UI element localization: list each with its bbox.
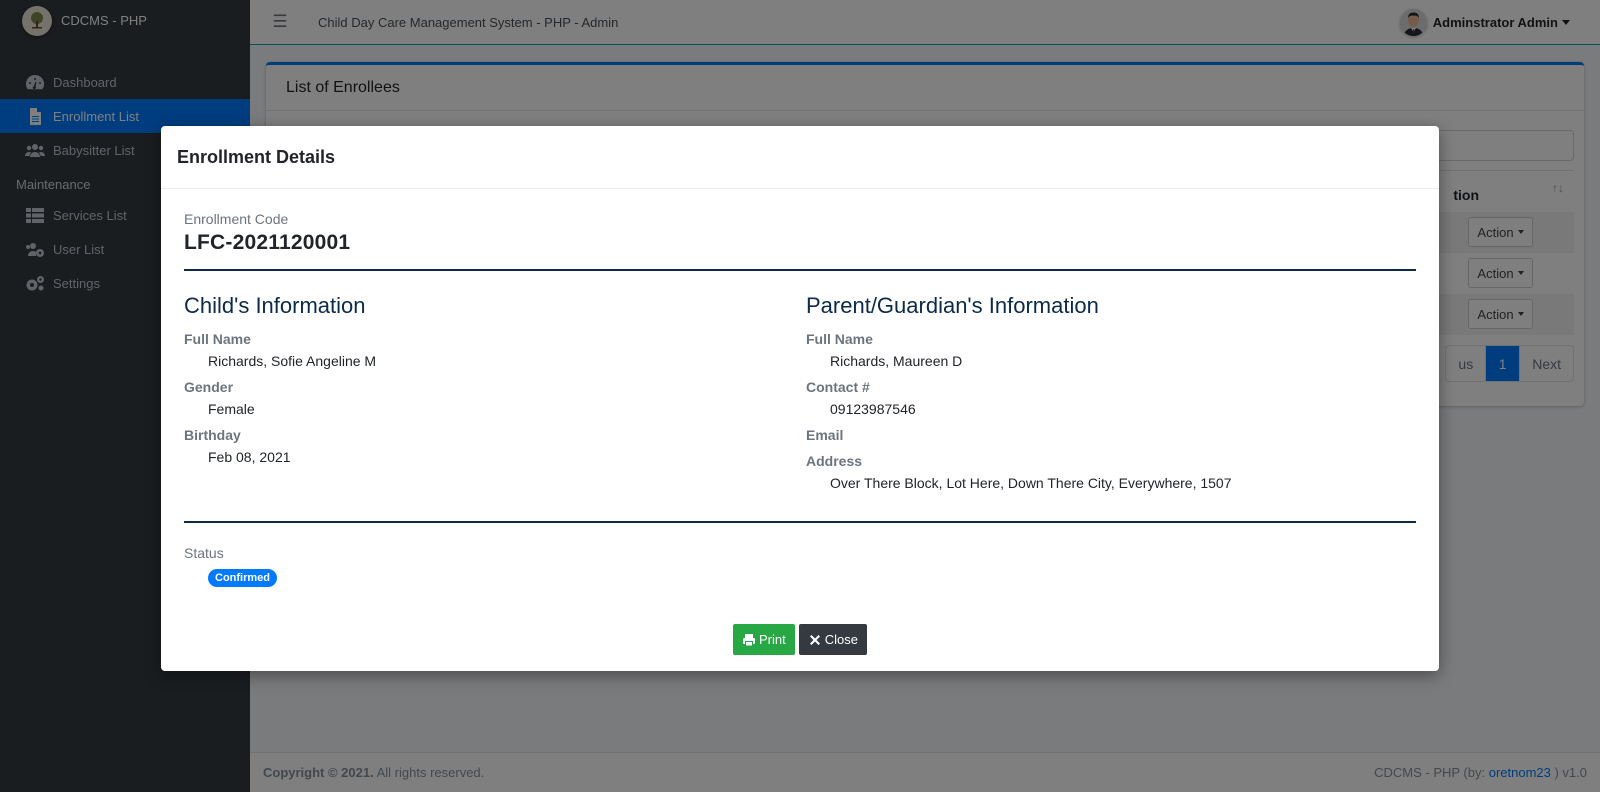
child-birthday-label: Birthday [184, 427, 241, 443]
close-icon [809, 634, 820, 645]
divider [184, 269, 1416, 271]
close-button[interactable]: Close [798, 624, 867, 655]
child-birthday-value: Feb 08, 2021 [208, 449, 291, 465]
parent-address-value: Over There Block, Lot Here, Down There C… [830, 475, 1232, 491]
child-info-section: Child's Information Full Name Richards, … [184, 293, 794, 491]
child-info-title: Child's Information [184, 293, 366, 318]
status-label: Status [184, 545, 224, 561]
print-button[interactable]: Print [733, 624, 795, 655]
parent-fullname-label: Full Name [806, 331, 873, 347]
modal-footer: Print Close [161, 624, 1439, 655]
child-fullname-value: Richards, Sofie Angeline M [208, 353, 377, 369]
parent-email-label: Email [806, 427, 844, 443]
divider [184, 521, 1416, 523]
enrollment-code-label: Enrollment Code [184, 211, 289, 227]
modal-title: Enrollment Details [161, 126, 1439, 189]
parent-info-section: Parent/Guardian's Information Full Name … [794, 293, 1416, 491]
parent-contact-value: 09123987546 [830, 401, 916, 417]
parent-address-label: Address [806, 453, 863, 469]
status-badge: Confirmed [208, 569, 277, 587]
child-fullname-label: Full Name [184, 331, 251, 347]
parent-contact-label: Contact # [806, 379, 870, 395]
print-icon [743, 633, 755, 646]
parent-fullname-value: Richards, Maureen D [830, 353, 963, 369]
enrollment-details-modal: Enrollment Details Enrollment Code LFC-2… [161, 126, 1439, 671]
modal-body: Enrollment Code LFC-2021120001 Child's I… [161, 189, 1439, 587]
child-gender-value: Female [208, 401, 255, 417]
parent-info-title: Parent/Guardian's Information [806, 293, 1099, 318]
enrollment-code-value: LFC-2021120001 [184, 231, 351, 254]
child-gender-label: Gender [184, 379, 234, 395]
